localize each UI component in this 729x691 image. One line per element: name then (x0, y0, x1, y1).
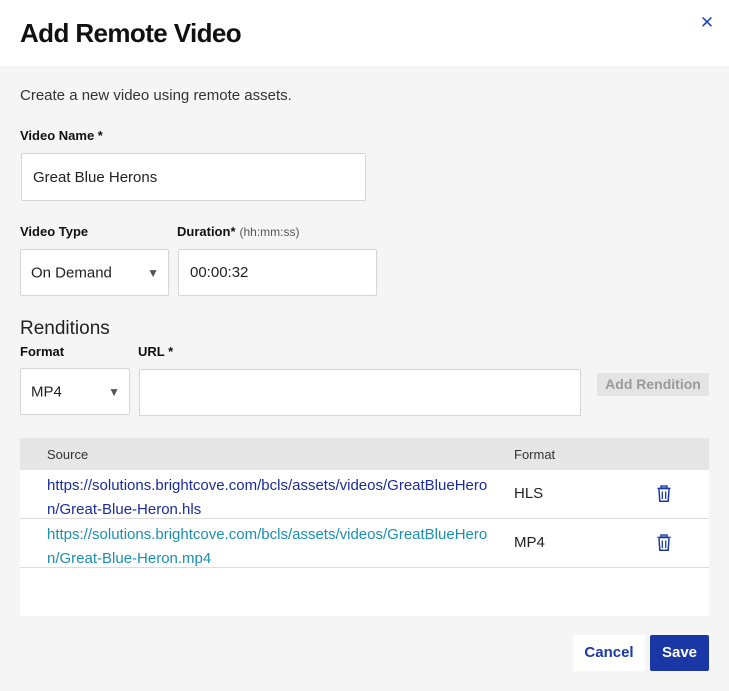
url-input[interactable] (139, 369, 581, 416)
url-label: URL * (138, 344, 174, 359)
trash-icon[interactable] (656, 534, 672, 552)
table-header: Source Format (20, 438, 709, 470)
close-icon[interactable]: ✕ (699, 14, 715, 32)
source-column-header: Source (47, 447, 89, 462)
source-link[interactable]: https://solutions.brightcove.com/bcls/as… (47, 474, 497, 522)
duration-hint: (hh:mm:ss) (239, 225, 300, 239)
cancel-button[interactable]: Cancel (573, 635, 645, 671)
add-rendition-button[interactable]: Add Rendition (597, 373, 709, 396)
chevron-down-icon: ▼ (147, 265, 159, 280)
format-select[interactable]: MP4 ▼ (20, 368, 130, 415)
format-cell: MP4 (514, 534, 545, 551)
video-type-label: Video Type (20, 224, 89, 239)
renditions-title: Renditions (20, 318, 110, 339)
renditions-table: Source Format https://solutions.brightco… (20, 438, 709, 616)
video-type-select[interactable]: On Demand ▼ (20, 249, 169, 296)
dialog-title: Add Remote Video (20, 18, 242, 48)
video-name-input[interactable] (21, 153, 366, 201)
dialog-subtitle: Create a new video using remote assets. (20, 87, 292, 104)
table-row: https://solutions.brightcove.com/bcls/as… (20, 519, 709, 568)
duration-label: Duration* (hh:mm:ss) (177, 224, 300, 239)
dialog-header: Add Remote Video ✕ (0, 0, 729, 66)
trash-icon[interactable] (656, 485, 672, 503)
format-value: MP4 (31, 383, 62, 400)
format-label: Format (20, 344, 65, 359)
duration-label-text: Duration* (177, 224, 236, 239)
format-cell: HLS (514, 485, 544, 502)
video-name-label: Video Name * (20, 128, 103, 143)
video-type-value: On Demand (31, 264, 112, 281)
chevron-down-icon: ▼ (108, 384, 120, 399)
duration-input[interactable] (178, 249, 377, 296)
format-column-header: Format (514, 447, 556, 462)
source-link[interactable]: https://solutions.brightcove.com/bcls/as… (47, 523, 497, 571)
table-row: https://solutions.brightcove.com/bcls/as… (20, 470, 709, 519)
save-button[interactable]: Save (650, 635, 709, 671)
